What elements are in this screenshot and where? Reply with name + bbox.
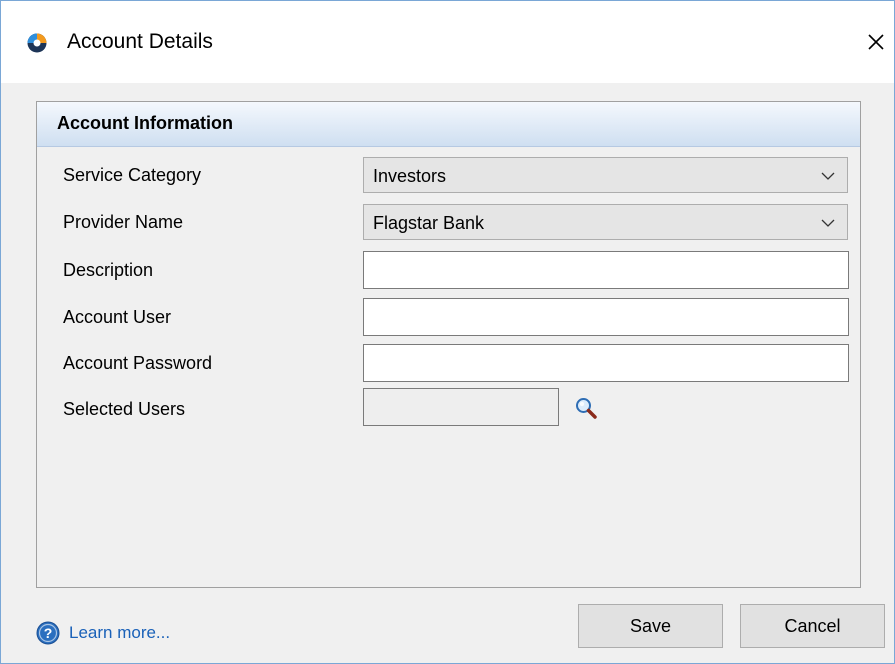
service-category-dropdown[interactable]: Investors — [363, 157, 848, 193]
description-input[interactable] — [363, 251, 849, 289]
chevron-down-icon — [821, 219, 835, 227]
provider-name-value: Flagstar Bank — [373, 213, 485, 233]
account-user-input[interactable] — [363, 298, 849, 336]
service-category-value: Investors — [373, 166, 447, 186]
chevron-down-icon — [821, 172, 835, 180]
provider-name-dropdown[interactable]: Flagstar Bank — [363, 204, 848, 240]
service-category-label: Service Category — [63, 165, 202, 185]
magnifier-icon[interactable] — [574, 396, 598, 420]
save-button[interactable]: Save — [578, 604, 723, 648]
close-icon[interactable] — [863, 29, 889, 55]
account-information-panel: Account Information Service Category Inv… — [36, 101, 861, 588]
window-title: Account Details — [67, 30, 213, 53]
svg-text:?: ? — [44, 625, 53, 641]
panel-header: Account Information — [37, 102, 860, 147]
account-password-label: Account Password — [63, 353, 213, 373]
description-label: Description — [63, 260, 154, 280]
title-bar: Account Details — [1, 1, 894, 83]
panel-header-title: Account Information — [57, 113, 233, 133]
help-icon[interactable]: ? — [36, 621, 60, 645]
selected-users-field — [363, 388, 559, 426]
app-logo-icon — [27, 33, 47, 53]
learn-more-link[interactable]: Learn more... — [69, 623, 170, 643]
provider-name-label: Provider Name — [63, 212, 184, 232]
selected-users-label: Selected Users — [63, 399, 186, 419]
account-details-window: Account Details Account Information Serv… — [0, 0, 895, 664]
account-password-input[interactable] — [363, 344, 849, 382]
account-user-label: Account User — [63, 307, 172, 327]
cancel-button[interactable]: Cancel — [740, 604, 885, 648]
